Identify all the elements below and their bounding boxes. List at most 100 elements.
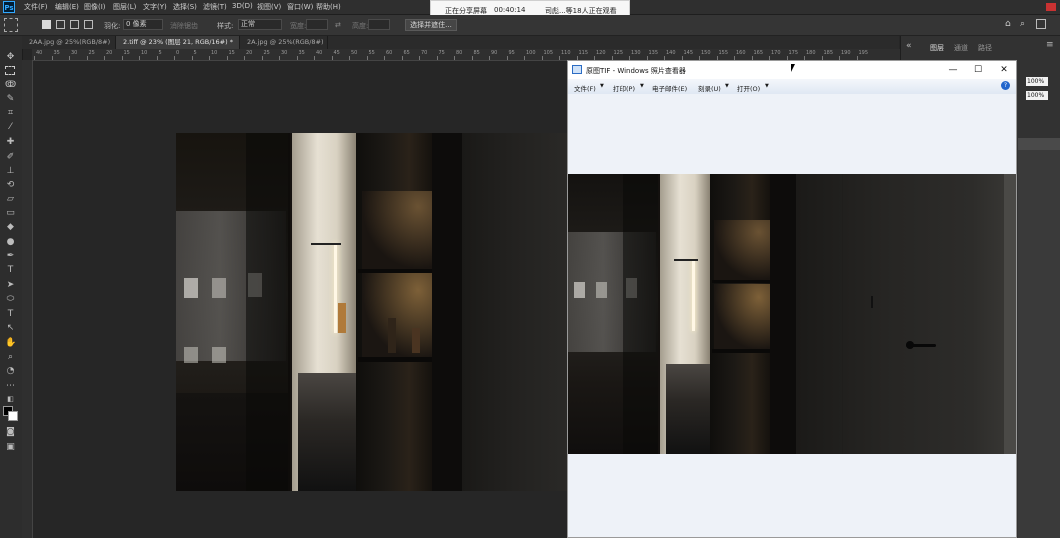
- menu-view[interactable]: 视图(V): [257, 2, 281, 12]
- viewer-menu-burn[interactable]: 刻录(U): [698, 83, 721, 93]
- new-selection-icon[interactable]: [42, 20, 51, 29]
- quick-mask-icon[interactable]: ◙: [5, 427, 16, 438]
- menu-help[interactable]: 帮助(H): [316, 2, 341, 12]
- eraser-tool-icon[interactable]: ▱: [5, 194, 16, 205]
- panel-menu-icon[interactable]: ≡: [1046, 40, 1054, 50]
- menu-image[interactable]: 图像(I): [84, 2, 106, 12]
- maximize-icon[interactable]: ☐: [971, 63, 985, 77]
- marquee-tool-preset-icon[interactable]: [4, 18, 18, 32]
- type-tool-icon[interactable]: T: [5, 265, 16, 276]
- edit-toolbar-icon[interactable]: ⋯: [5, 381, 16, 392]
- search-icon[interactable]: ⌕: [1020, 19, 1025, 29]
- menu-3d[interactable]: 3D(D): [232, 2, 253, 10]
- viewer-burn-dropdown-icon[interactable]: ▼: [725, 83, 729, 89]
- menu-file[interactable]: 文件(F): [24, 2, 48, 12]
- ruler-tick-mark: [174, 56, 175, 60]
- healing-brush-tool-icon[interactable]: ✚: [5, 137, 16, 148]
- viewer-menu-open[interactable]: 打开(O): [737, 83, 760, 93]
- ruler-tick-label: 100: [526, 50, 536, 56]
- tab-2aa-jpg[interactable]: 2AA.jpg @ 25%(RGB/8#): [22, 36, 116, 49]
- quick-select-tool-icon[interactable]: ✎: [5, 94, 16, 105]
- select-and-mask-button[interactable]: 选择并遮住...: [405, 19, 457, 31]
- viewer-image[interactable]: [568, 174, 1016, 454]
- ruler-tick-label: 195: [858, 50, 869, 56]
- path-select-tool-icon[interactable]: ➤: [5, 280, 16, 291]
- tab-channels[interactable]: 通道: [954, 43, 968, 53]
- menu-layer[interactable]: 图层(L): [113, 2, 136, 12]
- ruler-tick-mark: [331, 56, 333, 60]
- dodge-tool-icon[interactable]: ●: [5, 237, 16, 248]
- lasso-tool-icon[interactable]: ↂ: [5, 80, 16, 91]
- viewer-print-dropdown-icon[interactable]: ▼: [640, 83, 644, 89]
- ruler-tick-mark: [139, 56, 140, 60]
- menu-select[interactable]: 选择(S): [173, 2, 197, 12]
- layer-row[interactable]: [1018, 138, 1060, 150]
- height-input[interactable]: [368, 19, 390, 30]
- default-colors-icon[interactable]: ◧: [5, 394, 16, 405]
- canvas-image[interactable]: [176, 133, 568, 491]
- ruler-tick-label: 135: [648, 50, 659, 56]
- move-tool-icon[interactable]: ✥: [5, 52, 16, 63]
- ruler-tick-label: 25: [88, 50, 95, 56]
- brush-tool-icon[interactable]: ✐: [5, 152, 16, 163]
- fill-input[interactable]: 100%: [1026, 91, 1048, 100]
- type-tool-secondary-icon[interactable]: T: [5, 309, 16, 320]
- ruler-tick-mark: [541, 56, 543, 60]
- marquee-tool-icon[interactable]: [5, 66, 15, 75]
- stamp-tool-icon[interactable]: ⊥: [5, 166, 16, 177]
- close-icon[interactable]: ✕: [997, 63, 1011, 77]
- history-brush-tool-icon[interactable]: ⟲: [5, 180, 16, 191]
- pen-tool-icon[interactable]: ✒: [5, 251, 16, 262]
- ruler-tick-label: 90: [491, 50, 498, 56]
- blur-tool-icon[interactable]: ◆: [5, 222, 16, 233]
- viewer-title: 原图TIF - Windows 照片查看器: [586, 67, 686, 75]
- viewer-open-dropdown-icon[interactable]: ▼: [765, 83, 769, 89]
- panel-collapse-icon[interactable]: «: [906, 41, 912, 51]
- viewer-menu-print[interactable]: 打印(P): [613, 83, 635, 93]
- screen-mode-icon[interactable]: ▣: [5, 442, 16, 453]
- width-input[interactable]: [306, 19, 328, 30]
- viewer-menu-file[interactable]: 文件(F): [574, 83, 596, 93]
- antialias-checkbox[interactable]: 消除锯齿: [170, 21, 198, 31]
- shape-tool-icon[interactable]: ⬭: [5, 294, 16, 305]
- ruler-tick-label: 130: [631, 50, 641, 56]
- subtract-selection-icon[interactable]: [70, 20, 79, 29]
- tab-paths[interactable]: 路径: [978, 43, 992, 53]
- menu-window[interactable]: 窗口(W): [287, 2, 313, 12]
- menu-filter[interactable]: 滤镜(T): [203, 2, 227, 12]
- swap-icon[interactable]: ⇄: [335, 21, 341, 29]
- opacity-input[interactable]: 100%: [1026, 77, 1048, 86]
- rotate-view-tool-icon[interactable]: ◔: [5, 366, 16, 377]
- ruler-tick-mark: [401, 56, 403, 60]
- eyedropper-tool-icon[interactable]: ⁄: [5, 122, 16, 133]
- zoom-tool-icon[interactable]: ⌕: [5, 352, 16, 363]
- style-select[interactable]: 正常: [238, 19, 282, 30]
- ruler-tick-label: 5: [158, 50, 162, 56]
- viewer-menu-email[interactable]: 电子邮件(E): [652, 83, 687, 93]
- minimize-icon[interactable]: —: [946, 63, 960, 77]
- gradient-tool-icon[interactable]: ▭: [5, 208, 16, 219]
- background-color-swatch[interactable]: [8, 411, 18, 421]
- hand-tool-icon[interactable]: ✋: [5, 338, 16, 349]
- home-icon[interactable]: ⌂: [1005, 19, 1011, 29]
- ruler-tick-label: 125: [613, 50, 624, 56]
- ruler-tick-label: 15: [228, 50, 235, 56]
- workspace-icon[interactable]: [1036, 19, 1046, 29]
- add-selection-icon[interactable]: [56, 20, 65, 29]
- direct-select-tool-icon[interactable]: ↖: [5, 323, 16, 334]
- ruler-tick-label: 80: [456, 50, 463, 56]
- menu-edit[interactable]: 编辑(E): [55, 2, 79, 12]
- layer-list[interactable]: [1018, 150, 1060, 538]
- help-icon[interactable]: ?: [1001, 81, 1010, 90]
- tab-2-tiff[interactable]: 2.tiff @ 23% (图层 21, RGB/16#) *: [116, 36, 240, 49]
- crop-tool-icon[interactable]: ⌗: [5, 108, 16, 119]
- feather-input[interactable]: 0 像素: [123, 19, 163, 30]
- menu-type[interactable]: 文字(Y): [143, 2, 167, 12]
- ruler-tick-label: 140: [666, 50, 676, 56]
- feather-label: 羽化:: [104, 22, 121, 30]
- tab-2a-jpg[interactable]: 2A.jpg @ 25%(RGB/8#): [240, 36, 328, 49]
- tab-layers[interactable]: 图层: [930, 43, 944, 53]
- intersect-selection-icon[interactable]: [84, 20, 93, 29]
- ruler-tick-label: 175: [788, 50, 799, 56]
- viewer-file-dropdown-icon[interactable]: ▼: [600, 83, 604, 89]
